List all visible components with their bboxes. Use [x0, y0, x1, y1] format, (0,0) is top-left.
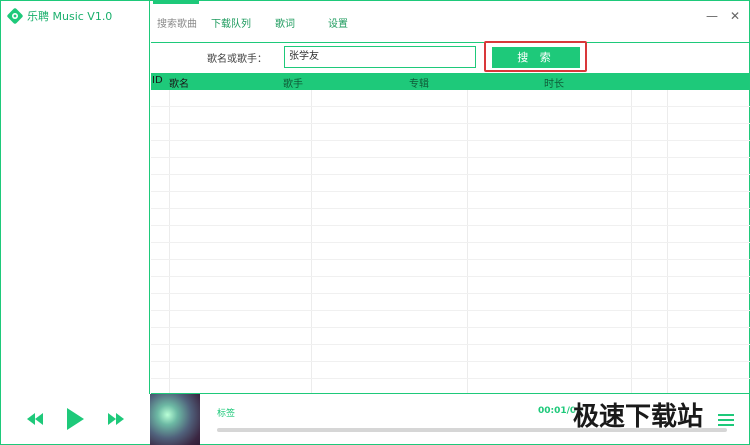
tab-lyrics[interactable]: 歌词: [275, 15, 295, 30]
search-input[interactable]: 张学友: [284, 46, 476, 68]
table-row[interactable]: [151, 345, 750, 362]
tab-search[interactable]: 搜索歌曲: [157, 15, 197, 30]
results-table: ID 歌名 歌手 专辑 时长: [151, 73, 750, 394]
table-body: [151, 90, 750, 393]
column-header-artist[interactable]: 歌手: [283, 75, 303, 90]
table-row[interactable]: [151, 192, 750, 209]
app-title: 乐聘 Music V1.0: [27, 10, 113, 23]
play-icon[interactable]: [64, 406, 86, 432]
minimize-icon[interactable]: —: [705, 9, 719, 23]
previous-icon[interactable]: [25, 411, 45, 427]
search-label: 歌名或歌手：: [207, 54, 267, 65]
top-nav: 搜索歌曲 下载队列 歌词 设置 — ✕: [151, 1, 750, 43]
column-header-id[interactable]: ID: [152, 75, 163, 86]
table-row[interactable]: [151, 294, 750, 311]
table-row[interactable]: [151, 328, 750, 345]
table-row[interactable]: [151, 260, 750, 277]
table-row[interactable]: [151, 107, 750, 124]
playlist-icon[interactable]: [718, 413, 734, 427]
app-window: 乐聘 Music V1.0 搜索歌曲 下载队列 歌词 设置 — ✕ 歌名或歌手：…: [0, 0, 750, 445]
table-row[interactable]: [151, 209, 750, 226]
table-row[interactable]: [151, 362, 750, 379]
table-row[interactable]: [151, 158, 750, 175]
column-header-album[interactable]: 专辑: [409, 75, 429, 90]
column-header-duration[interactable]: 时长: [544, 75, 564, 90]
tab-download-queue[interactable]: 下载队列: [211, 15, 251, 30]
table-row[interactable]: [151, 243, 750, 260]
tab-settings[interactable]: 设置: [328, 15, 348, 30]
active-tab-indicator: [153, 1, 199, 4]
left-panel: 乐聘 Music V1.0: [1, 1, 150, 394]
table-row[interactable]: [151, 311, 750, 328]
track-label: 标签: [217, 409, 236, 419]
table-row[interactable]: [151, 277, 750, 294]
app-brand: 乐聘 Music V1.0: [7, 7, 112, 25]
close-icon[interactable]: ✕: [728, 9, 742, 23]
table-row[interactable]: [151, 141, 750, 158]
app-logo-icon: [7, 8, 23, 24]
table-header: ID 歌名 歌手 专辑 时长: [151, 73, 750, 90]
album-art: [150, 394, 200, 445]
table-row[interactable]: [151, 124, 750, 141]
table-row[interactable]: [151, 175, 750, 192]
next-icon[interactable]: [106, 411, 126, 427]
search-button[interactable]: 搜 索: [492, 47, 580, 68]
table-row[interactable]: [151, 379, 750, 393]
site-watermark: 极速下载站: [573, 402, 704, 432]
table-row[interactable]: [151, 226, 750, 243]
column-header-title[interactable]: 歌名: [169, 75, 189, 90]
table-row[interactable]: [151, 90, 750, 107]
